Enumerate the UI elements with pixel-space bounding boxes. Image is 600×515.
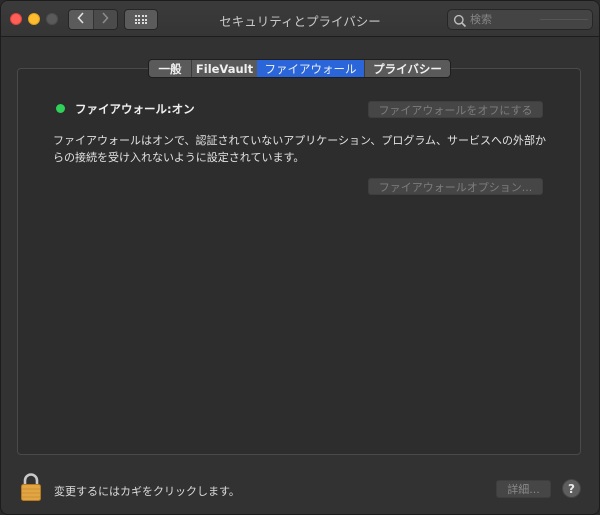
firewall-options-button[interactable]: ファイアウォールオプション...: [368, 178, 543, 195]
title-bar: セキュリティとプライバシー: [1, 1, 599, 37]
search-icon: [453, 13, 467, 27]
status-indicator: [56, 104, 65, 113]
search-divider: [540, 19, 588, 20]
tab-general[interactable]: 一般: [149, 60, 191, 77]
tab-filevault[interactable]: FileVault: [191, 60, 257, 77]
lock-instructions: 変更するにはカギをクリックします。: [54, 485, 240, 498]
search-field[interactable]: [447, 9, 593, 30]
details-button[interactable]: 詳細...: [496, 480, 551, 498]
lock-icon[interactable]: [19, 472, 43, 502]
firewall-status-label: ファイアウォール:オン: [75, 102, 195, 116]
turn-off-firewall-button[interactable]: ファイアウォールをオフにする: [368, 101, 543, 118]
firewall-description: ファイアウォールはオンで、認証されていないアプリケーション、プログラム、サービス…: [53, 134, 547, 164]
tab-bar: 一般 FileVault ファイアウォール プライバシー: [148, 59, 451, 78]
help-button[interactable]: ?: [562, 479, 581, 498]
preferences-window: セキュリティとプライバシー 一般 FileVault ファイアウォール プライバ…: [0, 0, 600, 515]
tab-firewall[interactable]: ファイアウォール: [257, 60, 364, 77]
firewall-panel: [17, 68, 581, 455]
tab-privacy[interactable]: プライバシー: [364, 60, 450, 77]
